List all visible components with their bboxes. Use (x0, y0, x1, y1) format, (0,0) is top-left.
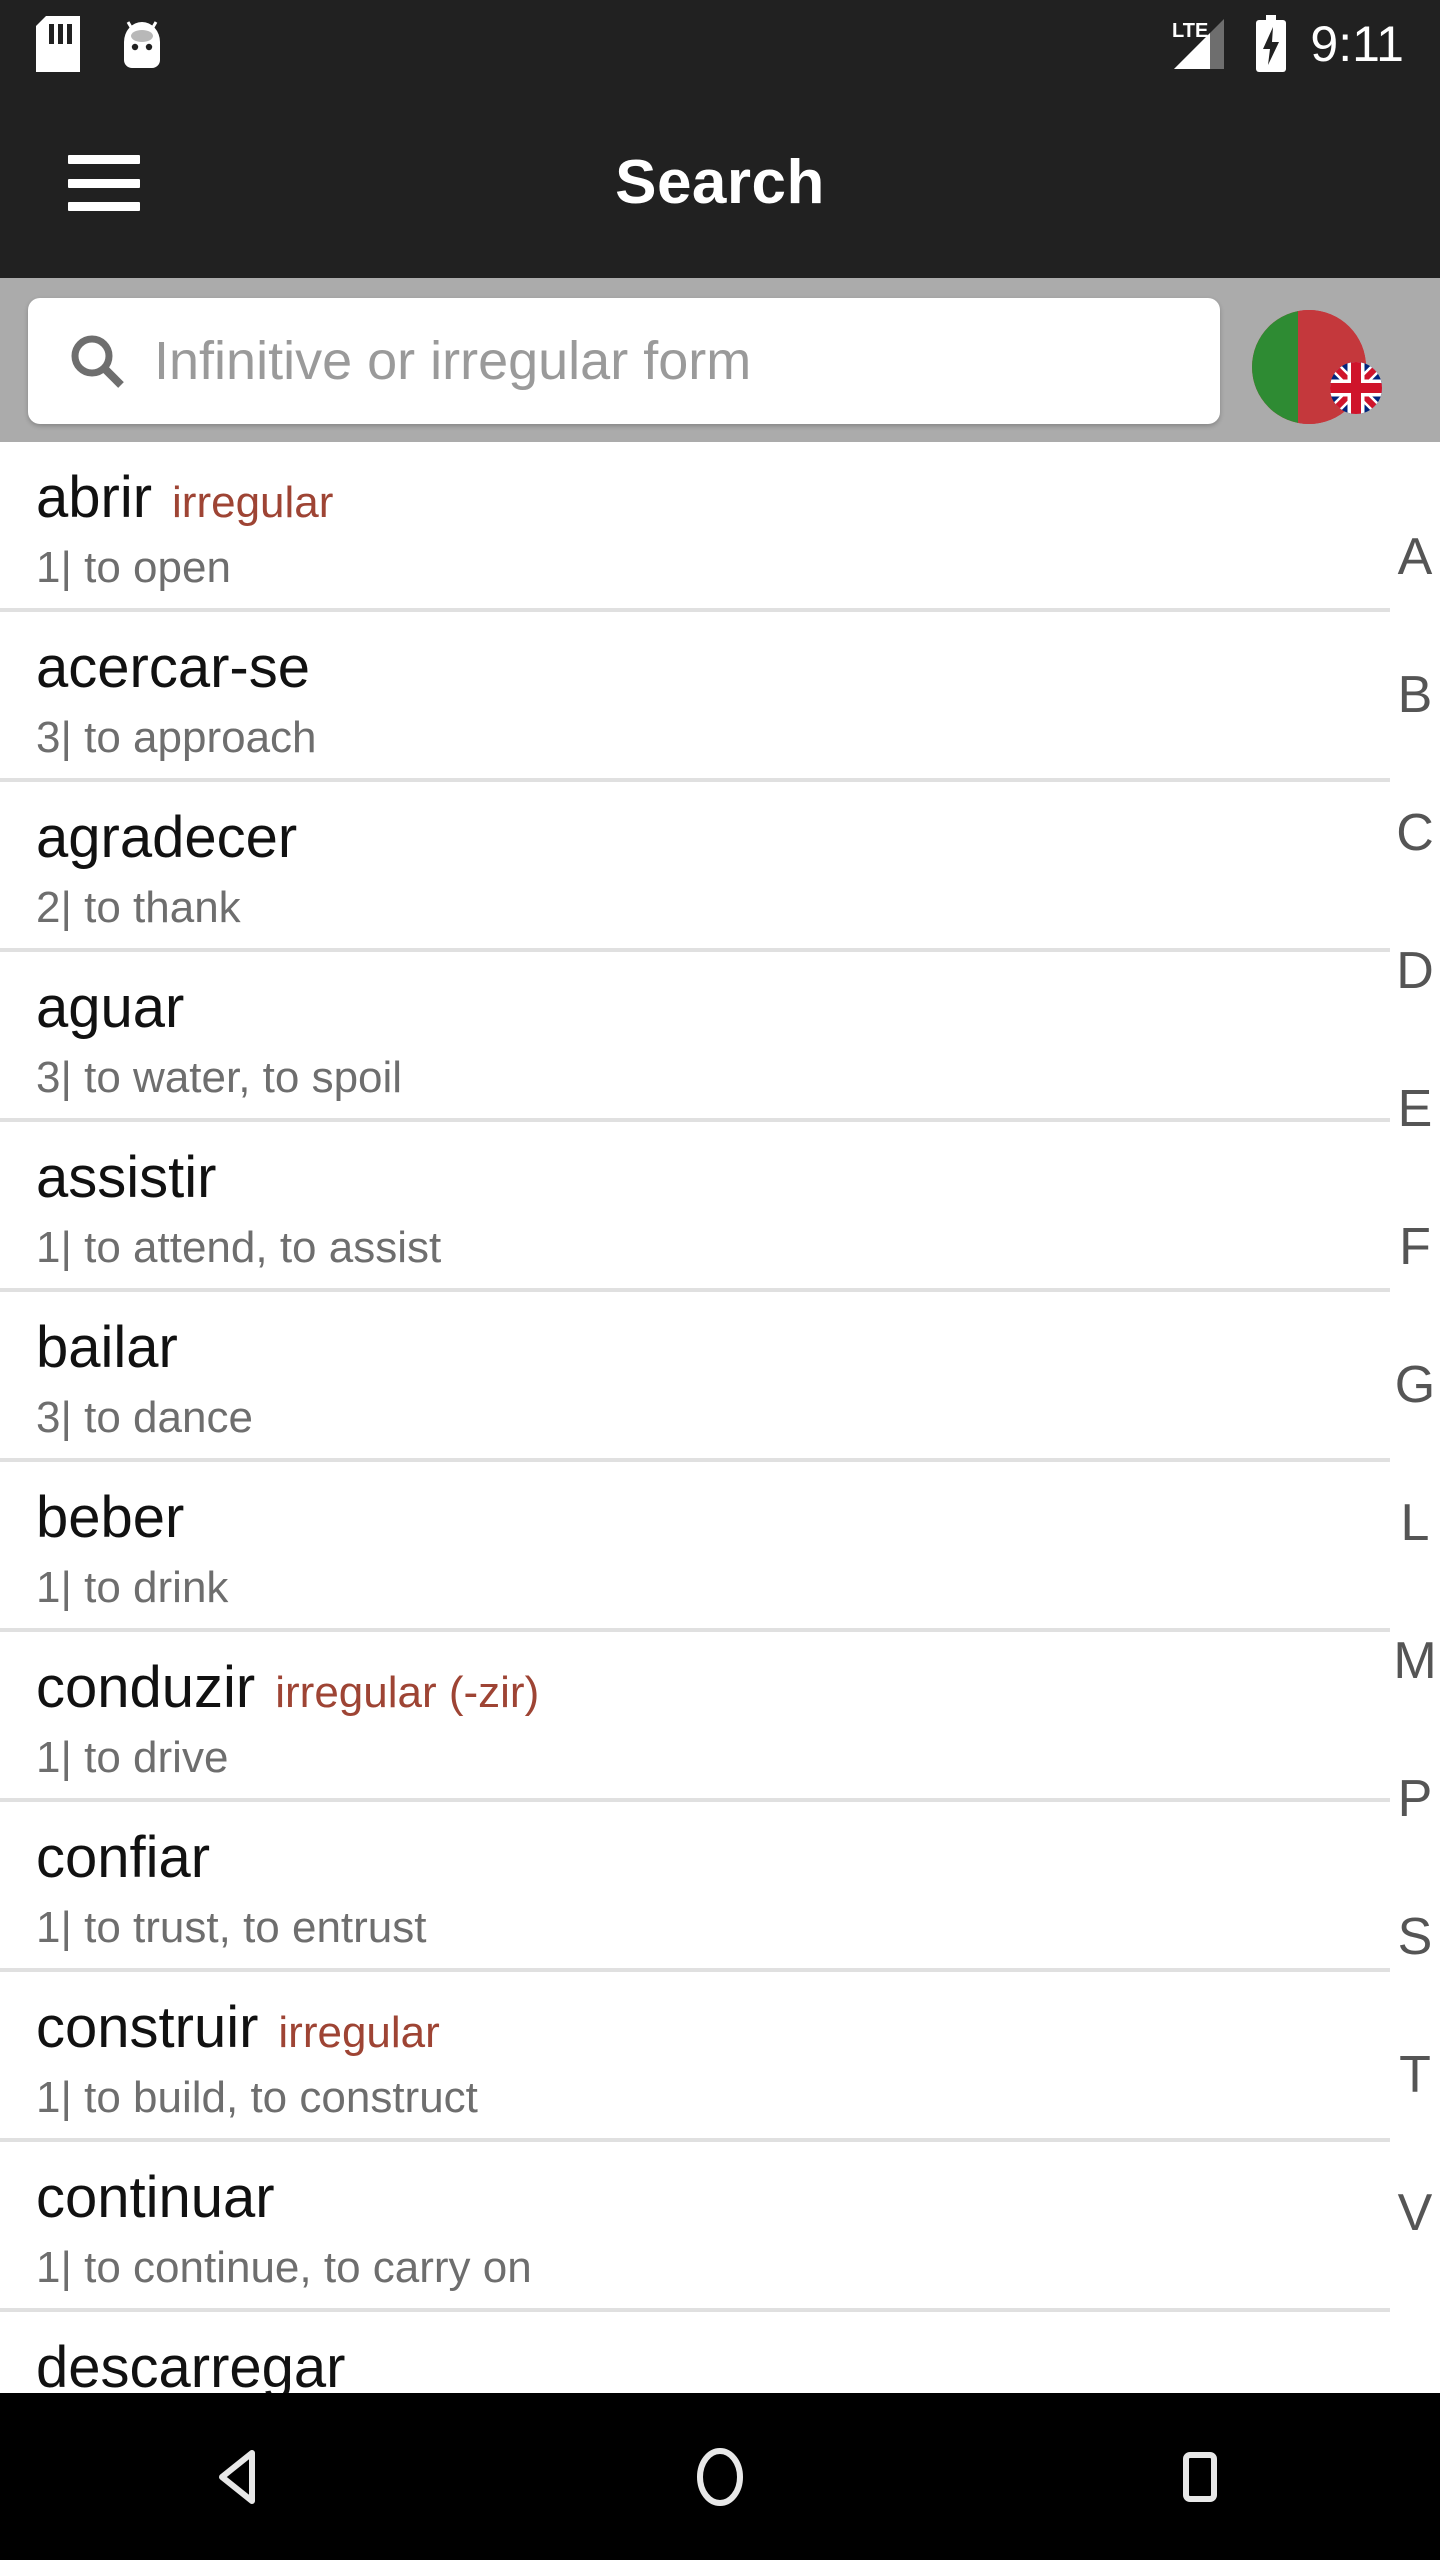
verb-headline: agradecer (36, 805, 1440, 871)
verb-headline: construir irregular (36, 1995, 1440, 2061)
verb-infinitive: conduzir (36, 1655, 256, 1720)
verb-translation: 1| to continue, to carry on (36, 2242, 532, 2292)
verb-translation: 1| to drink (36, 1562, 229, 1612)
verb-headline: beber (36, 1485, 1440, 1551)
verb-list-item[interactable]: confiar 1| to trust, to entrust (0, 1802, 1440, 1972)
search-icon (68, 332, 126, 390)
verb-list-item[interactable]: agradecer 2| to thank (0, 782, 1440, 952)
verb-infinitive: assistir (36, 1145, 217, 1210)
page-title: Search (615, 148, 825, 217)
android-navigation-bar (0, 2393, 1440, 2560)
irregular-tag: irregular (-zir) (275, 1668, 540, 1717)
battery-charging-icon (1254, 15, 1288, 73)
verb-list-item[interactable]: conduzir irregular (-zir) 1| to drive (0, 1632, 1440, 1802)
irregular-tag: irregular (172, 478, 334, 527)
verb-headline: descarregar (36, 2335, 1440, 2393)
language-selector-button[interactable] (1252, 302, 1382, 432)
verb-list-item[interactable]: assistir 1| to attend, to assist (0, 1122, 1440, 1292)
verb-infinitive: acercar-se (36, 635, 310, 700)
alphabet-index-letter[interactable]: C (1390, 764, 1440, 902)
alphabet-index-letter[interactable]: G (1390, 1316, 1440, 1454)
verb-infinitive: agradecer (36, 805, 298, 870)
verb-list-item[interactable]: descarregar (0, 2312, 1440, 2393)
alphabet-index-letter[interactable]: P (1390, 1730, 1440, 1868)
verb-infinitive: construir (36, 1995, 259, 2060)
app-bar: Search (0, 88, 1440, 278)
svg-text:LTE: LTE (1172, 20, 1208, 42)
verb-list-item[interactable]: construir irregular 1| to build, to constr… (0, 1972, 1440, 2142)
verb-headline: assistir (36, 1145, 1440, 1211)
alphabet-index-letter[interactable]: S (1390, 1868, 1440, 2006)
sd-card-icon (36, 16, 80, 72)
status-bar-clock: 9:11 (1310, 16, 1404, 72)
verb-infinitive: beber (36, 1485, 185, 1550)
verb-infinitive: bailar (36, 1315, 178, 1380)
verb-headline: abrir irregular (36, 465, 1440, 531)
verb-headline: conduzir irregular (-zir) (36, 1655, 1440, 1721)
verb-translation: 3| to water, to spoil (36, 1052, 403, 1102)
verb-list-item[interactable]: beber 1| to drink (0, 1462, 1440, 1632)
status-bar: LTE 9:11 (0, 0, 1440, 88)
verb-list-item[interactable]: acercar-se 3| to approach (0, 612, 1440, 782)
alphabet-index-letter[interactable]: D (1390, 902, 1440, 1040)
verb-infinitive: abrir (36, 465, 153, 530)
verb-headline: bailar (36, 1315, 1440, 1381)
verb-translation: 1| to attend, to assist (36, 1222, 442, 1272)
verb-infinitive: confiar (36, 1825, 211, 1890)
alphabet-index-letter[interactable]: L (1390, 1454, 1440, 1592)
alphabet-index-scrollbar[interactable]: ABCDEFGLMPSTV (1390, 442, 1440, 2393)
verb-headline: aguar (36, 975, 1440, 1041)
alphabet-index-letter[interactable]: B (1390, 626, 1440, 764)
verb-translation: 1| to open (36, 542, 231, 592)
irregular-tag: irregular (278, 2008, 440, 2057)
verb-translation: 1| to build, to construct (36, 2072, 478, 2122)
status-bar-right-icons: LTE 9:11 (1170, 15, 1404, 73)
verb-translation: 1| to drive (36, 1732, 229, 1782)
verb-list[interactable]: abrir irregular 1| to open acercar-se 3| to … (0, 442, 1440, 2393)
alphabet-index-letter[interactable]: F (1390, 1178, 1440, 1316)
recents-icon[interactable] (1100, 2393, 1300, 2560)
verb-headline: acercar-se (36, 635, 1440, 701)
search-band: Infinitive or irregular form (0, 278, 1440, 442)
verb-infinitive: aguar (36, 975, 185, 1040)
phone-screen: LTE 9:11 Search Infinitive or irregular … (0, 0, 1440, 2560)
verb-list-item[interactable]: continuar 1| to continue, to carry on (0, 2142, 1440, 2312)
alphabet-index-letter[interactable]: T (1390, 2006, 1440, 2144)
alphabet-index-letter[interactable]: M (1390, 1592, 1440, 1730)
home-icon[interactable] (620, 2393, 820, 2560)
verb-translation: 1| to trust, to entrust (36, 1902, 427, 1952)
signal-icon: LTE (1170, 15, 1232, 73)
verb-list-item[interactable]: abrir irregular 1| to open (0, 442, 1440, 612)
android-head-icon (118, 16, 166, 72)
verb-headline: confiar (36, 1825, 1440, 1891)
alphabet-index-letter[interactable]: A (1390, 488, 1440, 626)
search-input[interactable]: Infinitive or irregular form (28, 298, 1220, 424)
verb-headline: continuar (36, 2165, 1440, 2231)
verb-infinitive: continuar (36, 2165, 275, 2230)
united-kingdom-flag-icon (1330, 362, 1382, 414)
status-bar-left-icons (36, 16, 166, 72)
verb-translation: 3| to dance (36, 1392, 253, 1442)
verb-translation: 3| to approach (36, 712, 317, 762)
alphabet-index-letter[interactable]: E (1390, 1040, 1440, 1178)
back-icon[interactable] (140, 2393, 340, 2560)
verb-list-item[interactable]: bailar 3| to dance (0, 1292, 1440, 1462)
verb-infinitive: descarregar (36, 2335, 346, 2393)
verb-translation: 2| to thank (36, 882, 241, 932)
verb-list-item[interactable]: aguar 3| to water, to spoil (0, 952, 1440, 1122)
search-placeholder: Infinitive or irregular form (154, 331, 752, 391)
portugal-flag-green-band (1252, 310, 1298, 424)
alphabet-index-letter[interactable]: V (1390, 2144, 1440, 2282)
